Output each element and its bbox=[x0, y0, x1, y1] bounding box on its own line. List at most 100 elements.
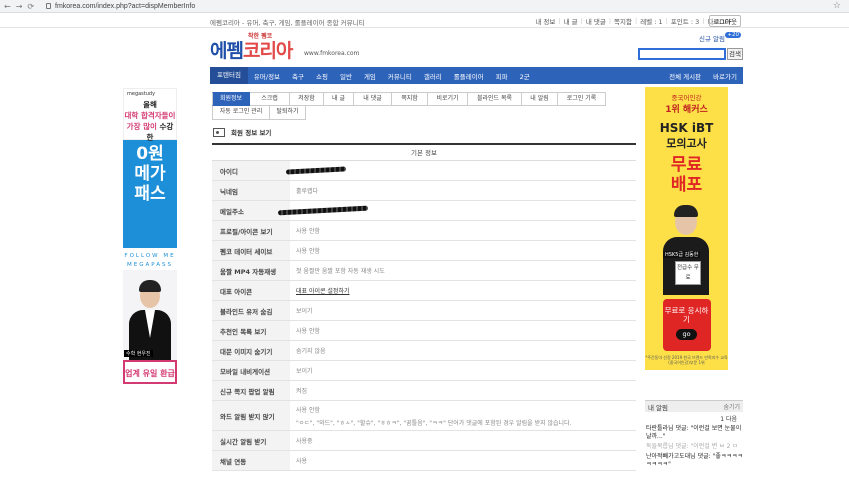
nav-item-2gun[interactable]: 2군 bbox=[514, 71, 536, 81]
tab-messages[interactable]: 쪽지함 bbox=[392, 92, 428, 106]
new-notification-link[interactable]: 신규 알림 bbox=[699, 33, 725, 43]
tab-member-info[interactable]: 회원정보 bbox=[212, 92, 250, 106]
ad-r-person-image: HSK5급 김동한 전급수 무료 bbox=[645, 201, 728, 295]
table-row: 메일주소 bbox=[212, 201, 636, 221]
member-tabs: 회원정보 스크랩 저장함 내 글 내 댓글 쪽지함 비로기기 블라인드 목록 내… bbox=[212, 92, 636, 120]
row-label: 대문 이미지 숨기기 bbox=[212, 341, 290, 360]
row-value: 사용 안함 "ㅇㄷ", "와드", "ㅎㅅ", "할슈", "ㅎㅎㅋ", "꿈틀… bbox=[296, 406, 572, 427]
row-label: 닉네임 bbox=[212, 181, 290, 200]
ad-line2: 대학 합격자들이 bbox=[124, 111, 176, 120]
row-label: 프로필/아이콘 보기 bbox=[212, 221, 290, 240]
ad-r-line2: 1위 해커스 bbox=[665, 105, 708, 115]
nav-all-boards[interactable]: 전체 게시판 bbox=[663, 71, 707, 81]
table-row: 대문 이미지 숨기기 숨기지 않음 bbox=[212, 341, 636, 361]
row-value: 사용 안함 bbox=[296, 228, 320, 235]
util-my-info[interactable]: 내 정보 bbox=[535, 16, 555, 26]
right-banner-ad[interactable]: 중국어인강 1위 해커스 HSK iBT 모의고사 무료 배포 HSK5급 김동한… bbox=[645, 87, 728, 370]
search-button[interactable]: 검색 bbox=[727, 48, 743, 60]
section-header: 회원 정보 보기 bbox=[213, 127, 271, 137]
ad-person-name: 수학 현우진 bbox=[124, 350, 153, 357]
row-label: 추천인 목록 보기 bbox=[212, 321, 290, 340]
ad-left-bottom: 업계 유일 환급 bbox=[123, 360, 177, 384]
tab-scrap[interactable]: 스크랩 bbox=[250, 92, 290, 106]
list-item[interactable]: 난아적빼가고도대님 댓글: "좋ㅋㅋㅋㅋㅋㅋㅋㅋ" bbox=[645, 453, 743, 469]
redaction-scribble bbox=[285, 166, 347, 175]
ad-r-cta-button[interactable]: 무료로 응시하기 go bbox=[662, 299, 711, 351]
nav-item-gallery[interactable]: 갤러리 bbox=[418, 71, 448, 81]
reload-icon[interactable]: ⟳ bbox=[27, 2, 34, 11]
table-row: 대표 아이콘 대표 아이콘 설정하기 bbox=[212, 281, 636, 301]
ad-left-top: megastudy 올해 대학 합격자들이 가장 많이 수강한 bbox=[123, 88, 177, 142]
address-bar[interactable]: fmkorea.com/index.php?act=dispMemberInfo bbox=[46, 3, 195, 10]
nav-item-community[interactable]: 커뮤니티 bbox=[382, 71, 418, 81]
nav-item-poten[interactable]: 포텐터짐 bbox=[210, 67, 248, 84]
util-level: 레벨 : 1 bbox=[640, 18, 663, 26]
my-alarm-panel: 내 알림 숨기기 1 다음 타란틀라님 댓글: "이런걸 보면 눈물이 날까..… bbox=[645, 400, 743, 480]
nav-item-shopping[interactable]: 쇼핑 bbox=[310, 71, 334, 81]
ad-r-go-button[interactable]: go bbox=[676, 329, 697, 340]
site-logo[interactable]: 에펨코리아 bbox=[210, 36, 293, 63]
util-messages[interactable]: 쪽지함 bbox=[614, 16, 632, 26]
nav-shortcuts[interactable]: 바로가기 bbox=[707, 71, 743, 81]
nav-item-fifa[interactable]: 피파 bbox=[490, 71, 514, 81]
site-title: 에펨코리아 - 유머, 축구, 게임, 롤플레이어 종합 커뮤니티 bbox=[210, 19, 365, 27]
row-value: 첫 움짤만 움짤 포함 자동 재생 시도 bbox=[296, 268, 385, 275]
list-item[interactable]: 독들목릅님 댓글: "이런걸 변 ㅂ 2 ㅁ bbox=[645, 443, 743, 451]
nav-item-soccer[interactable]: 축구 bbox=[286, 71, 310, 81]
util-my-comments[interactable]: 내 댓글 bbox=[586, 16, 606, 26]
nav-item-humor[interactable]: 유머/정보 bbox=[248, 71, 286, 81]
browser-toolbar: ← → ⟳ fmkorea.com/index.php?act=dispMemb… bbox=[0, 0, 849, 13]
ad-line1: 올해 bbox=[143, 100, 157, 109]
star-icon[interactable]: ☆ bbox=[833, 1, 841, 11]
ad-r-line1: 중국어인강 bbox=[671, 94, 702, 102]
tab-auto-login[interactable]: 자동 로그인 관리 bbox=[212, 106, 270, 120]
row-label: 신규 쪽지 팝업 알림 bbox=[212, 381, 290, 400]
logo-url: www.fmkorea.com bbox=[304, 50, 360, 57]
site-header: 착한 펨코 에펨코리아 www.fmkorea.com 신규 알림 +20 검색 bbox=[210, 28, 743, 66]
table-row: 실시간 알림 받기 사용중 bbox=[212, 431, 636, 451]
row-value bbox=[285, 161, 636, 180]
top-utility-bar: 에펨코리아 - 유머, 축구, 게임, 롤플레이어 종합 커뮤니티 내 정보 | … bbox=[0, 13, 849, 28]
utility-links: 내 정보 | 내 글 | 내 댓글 | 쪽지함 | 레벨 : 1 | 포인트 : 3 | 다… bbox=[535, 16, 732, 26]
nav-item-lol[interactable]: 롤플레이어 bbox=[448, 71, 490, 81]
logout-button[interactable]: 로그아웃 bbox=[709, 15, 741, 27]
table-row: 신규 쪽지 팝업 알림 켜짐 bbox=[212, 381, 636, 401]
my-alarm-header: 내 알림 숨기기 bbox=[645, 400, 743, 412]
row-value: 사용 안함 bbox=[296, 248, 320, 255]
row-value bbox=[277, 201, 636, 220]
section-title: 회원 정보 보기 bbox=[231, 129, 272, 137]
arrow-right-icon[interactable]: → bbox=[16, 2, 23, 11]
ad-r-free: 무료 배포 bbox=[670, 155, 703, 195]
tab-my-posts[interactable]: 내 글 bbox=[324, 92, 354, 106]
set-icon-link[interactable]: 대표 아이콘 설정하기 bbox=[290, 281, 636, 300]
row-value: 숨기지 않음 bbox=[296, 348, 326, 355]
row-label: 실시간 알림 받기 bbox=[212, 431, 290, 450]
row-value: 사용중 bbox=[296, 438, 313, 445]
search-input[interactable] bbox=[638, 48, 726, 60]
arrow-left-icon[interactable]: ← bbox=[4, 2, 11, 11]
row-label: 대표 아이콘 bbox=[212, 281, 290, 300]
tab-withdraw[interactable]: 탈퇴하기 bbox=[270, 106, 306, 120]
row-value: 사용 안함 bbox=[296, 328, 320, 335]
tab-my-comments[interactable]: 내 댓글 bbox=[354, 92, 392, 106]
tab-devices[interactable]: 비로기기 bbox=[428, 92, 468, 106]
table-row: 모바일 내비게이션 보이기 bbox=[212, 361, 636, 381]
main-navigation: 포텐터짐 유머/정보 축구 쇼핑 일반 게임 커뮤니티 갤러리 롤플레이어 피파… bbox=[210, 67, 743, 84]
row-value: 보이기 bbox=[296, 368, 313, 375]
table-row: 닉네임 훌루랩다 bbox=[212, 181, 636, 201]
lock-icon bbox=[46, 3, 51, 9]
left-banner-ad[interactable]: megastudy 올해 대학 합격자들이 가장 많이 수강한 0원 메가 패스… bbox=[123, 88, 177, 392]
nav-item-general[interactable]: 일반 bbox=[334, 71, 358, 81]
alarm-pager[interactable]: 1 다음 bbox=[645, 414, 737, 423]
tab-login-history[interactable]: 로그인 기록 bbox=[558, 92, 606, 106]
profile-card-icon bbox=[213, 127, 225, 137]
list-item[interactable]: 타란틀라님 댓글: "이런걸 보면 눈물이 날까..." bbox=[645, 425, 743, 441]
row-label: 와드 알림 받지 않기 bbox=[212, 401, 290, 430]
tab-saved[interactable]: 저장함 bbox=[290, 92, 324, 106]
notification-badge: +20 bbox=[725, 32, 741, 38]
tab-blind-list[interactable]: 블라인드 목록 bbox=[468, 92, 522, 106]
tab-my-alarm[interactable]: 내 알림 bbox=[522, 92, 558, 106]
hide-alarm-button[interactable]: 숨기기 bbox=[723, 402, 740, 411]
nav-item-game[interactable]: 게임 bbox=[358, 71, 382, 81]
util-my-posts[interactable]: 내 글 bbox=[564, 16, 578, 26]
